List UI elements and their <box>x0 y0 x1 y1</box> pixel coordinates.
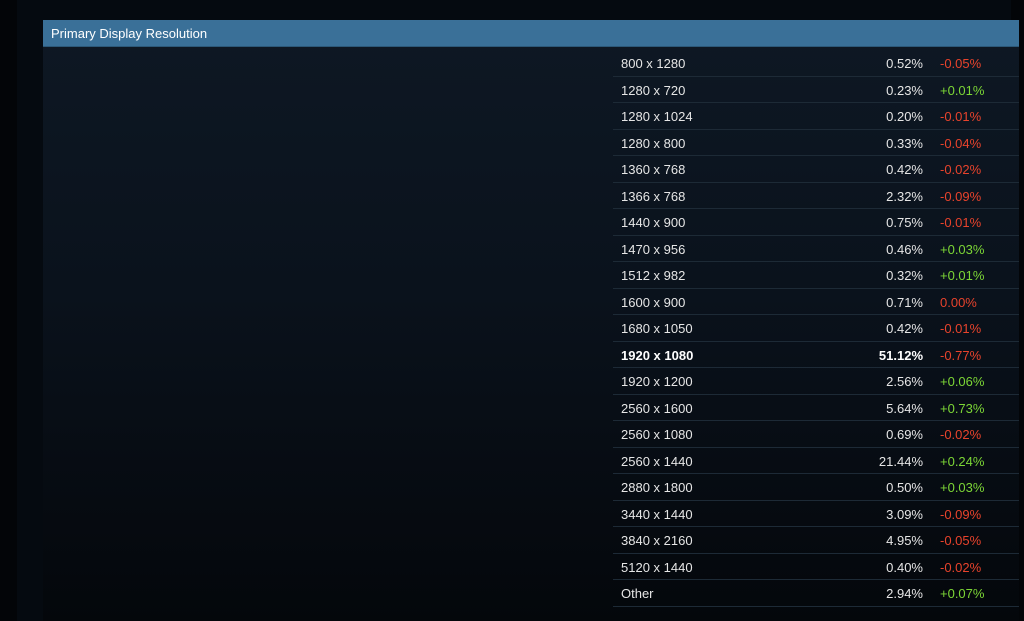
resolution-label: 1280 x 800 <box>621 135 686 151</box>
change-percent: -0.02% <box>940 427 982 442</box>
change-percent: -0.77% <box>940 347 982 363</box>
share-percent: 0.23% <box>886 82 923 98</box>
share-percent: 5.64% <box>886 400 923 416</box>
share-percent: 0.52% <box>886 56 923 71</box>
resolution-label: 2880 x 1800 <box>621 480 693 495</box>
share-percent: 0.71% <box>886 294 923 310</box>
resolution-label: 1680 x 1050 <box>621 321 693 336</box>
change-percent: +0.03% <box>940 480 985 495</box>
table-row: 1470 x 956 0.46% +0.03% <box>613 236 1019 262</box>
share-percent: 2.56% <box>886 374 923 389</box>
share-percent: 0.50% <box>886 480 923 495</box>
change-percent: -0.04% <box>940 135 982 151</box>
table-row: 1920 x 1200 2.56% +0.06% <box>613 368 1019 395</box>
change-percent: +0.73% <box>940 400 985 416</box>
share-percent: 3.09% <box>886 506 923 522</box>
table-row: 3440 x 1440 3.09% -0.09% <box>613 501 1019 527</box>
resolution-label: 3440 x 1440 <box>621 506 693 522</box>
resolution-label: 1366 x 768 <box>621 188 686 204</box>
table-row: 1280 x 800 0.33% -0.04% <box>613 130 1019 156</box>
change-percent: -0.05% <box>940 56 982 71</box>
table-row: Other 2.94% +0.07% <box>613 580 1019 607</box>
change-percent: -0.09% <box>940 188 982 204</box>
resolution-label: 3840 x 2160 <box>621 533 693 548</box>
share-percent: 21.44% <box>878 453 923 469</box>
table-row: 1280 x 720 0.23% +0.01% <box>613 77 1019 103</box>
table-row: 2560 x 1440 21.44% +0.24% <box>613 448 1019 474</box>
table-row: 5120 x 1440 0.40% -0.02% <box>613 554 1019 580</box>
table-row: 1600 x 900 0.71% 0.00% <box>613 289 1019 315</box>
share-percent: 0.20% <box>886 109 923 124</box>
change-percent: -0.01% <box>940 109 982 124</box>
share-percent: 0.46% <box>886 241 923 257</box>
table-row: 1360 x 768 0.42% -0.02% <box>613 156 1019 183</box>
resolution-label: 1920 x 1200 <box>621 374 693 389</box>
table-row: 1512 x 982 0.32% +0.01% <box>613 262 1019 289</box>
resolution-label: 1280 x 1024 <box>621 109 693 124</box>
change-percent: +0.01% <box>940 82 985 98</box>
table-row: 3840 x 2160 4.95% -0.05% <box>613 527 1019 554</box>
resolution-label: 2560 x 1600 <box>621 400 693 416</box>
share-percent: 2.94% <box>886 586 923 601</box>
table-row: 2560 x 1600 5.64% +0.73% <box>613 395 1019 421</box>
share-percent: 0.75% <box>886 215 923 230</box>
resolution-label: 1360 x 768 <box>621 162 686 177</box>
table-row: 2560 x 1080 0.69% -0.02% <box>613 421 1019 448</box>
change-percent: -0.02% <box>940 162 982 177</box>
change-percent: -0.01% <box>940 215 982 230</box>
table-row: 1920 x 1080 51.12% -0.77% <box>613 342 1019 368</box>
resolution-label: 5120 x 1440 <box>621 559 693 575</box>
share-percent: 51.12% <box>878 347 923 363</box>
page-background: Primary Display Resolution 800 x 1280 0.5… <box>17 0 1019 621</box>
resolution-label: 2560 x 1440 <box>621 453 693 469</box>
share-percent: 0.33% <box>886 135 923 151</box>
change-percent: -0.02% <box>940 559 982 575</box>
share-percent: 0.40% <box>886 559 923 575</box>
panel-header[interactable]: Primary Display Resolution <box>43 20 1019 47</box>
resolution-label: 1920 x 1080 <box>621 347 694 363</box>
stats-panel: Primary Display Resolution 800 x 1280 0.5… <box>43 20 1019 621</box>
table-row: 1680 x 1050 0.42% -0.01% <box>613 315 1019 342</box>
change-percent: -0.01% <box>940 321 982 336</box>
change-percent: -0.09% <box>940 506 982 522</box>
resolution-label: 1440 x 900 <box>621 215 686 230</box>
resolution-label: 1470 x 956 <box>621 241 686 257</box>
share-percent: 0.42% <box>886 321 923 336</box>
resolution-label: 1600 x 900 <box>621 294 686 310</box>
table-row: 1440 x 900 0.75% -0.01% <box>613 209 1019 236</box>
share-percent: 2.32% <box>886 188 923 204</box>
change-percent: 0.00% <box>940 294 977 310</box>
change-percent: -0.05% <box>940 533 982 548</box>
change-percent: +0.06% <box>940 374 985 389</box>
resolution-table: 800 x 1280 0.52% -0.05% 1280 x 720 0.23% +0.0… <box>613 50 1019 607</box>
change-percent: +0.01% <box>940 268 985 283</box>
table-row: 800 x 1280 0.52% -0.05% <box>613 50 1019 77</box>
table-row: 1280 x 1024 0.20% -0.01% <box>613 103 1019 130</box>
share-percent: 0.32% <box>886 268 923 283</box>
share-percent: 0.69% <box>886 427 923 442</box>
resolution-label: Other <box>621 586 654 601</box>
change-percent: +0.03% <box>940 241 985 257</box>
share-percent: 0.42% <box>886 162 923 177</box>
panel-title: Primary Display Resolution <box>51 26 208 41</box>
table-row: 2880 x 1800 0.50% +0.03% <box>613 474 1019 501</box>
resolution-label: 2560 x 1080 <box>621 427 693 442</box>
resolution-label: 1512 x 982 <box>621 268 686 283</box>
change-percent: +0.07% <box>940 586 985 601</box>
share-percent: 4.95% <box>886 533 923 548</box>
resolution-label: 800 x 1280 <box>621 56 686 71</box>
table-row: 1366 x 768 2.32% -0.09% <box>613 183 1019 209</box>
resolution-label: 1280 x 720 <box>621 82 686 98</box>
change-percent: +0.24% <box>940 453 985 469</box>
